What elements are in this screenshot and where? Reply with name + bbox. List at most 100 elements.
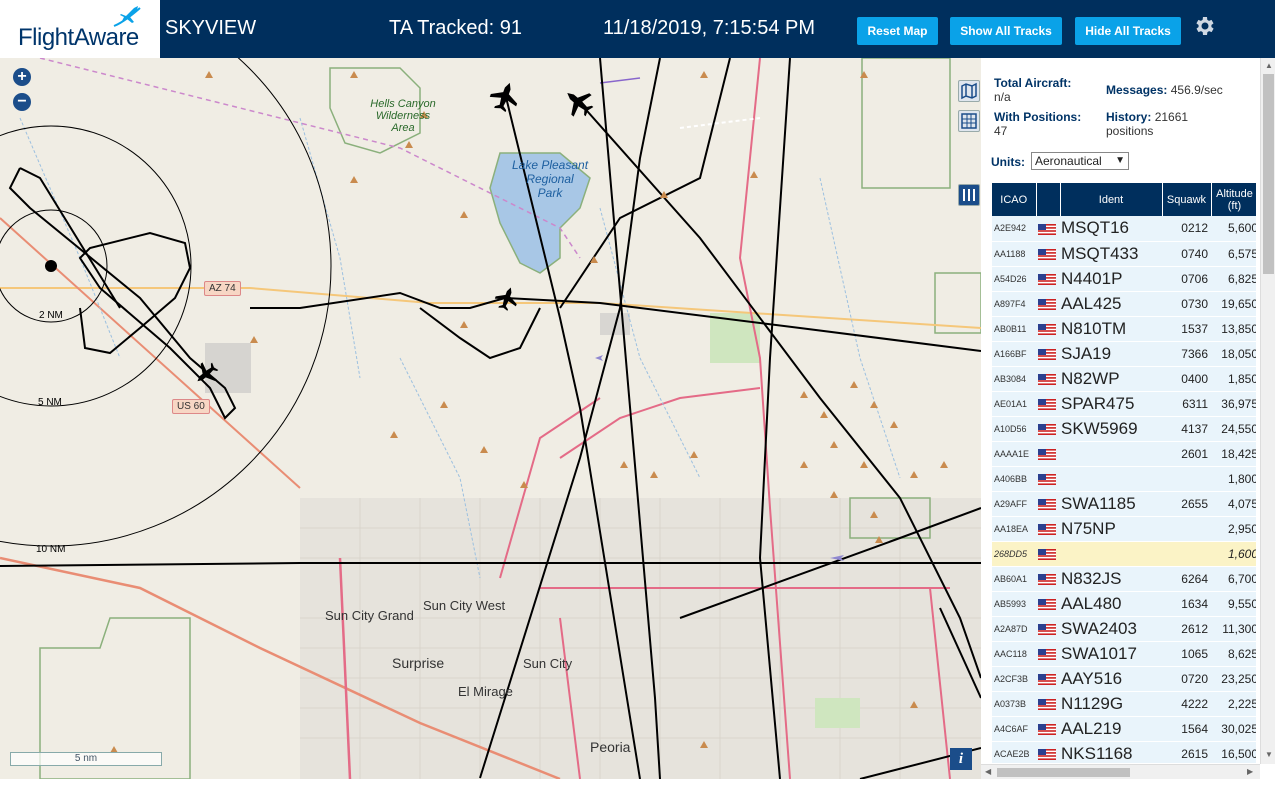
col-squawk[interactable]: Squawk — [1162, 183, 1212, 216]
units-label: Units: — [991, 155, 1025, 169]
tracked-count: TA Tracked: 91 — [389, 17, 523, 39]
cell-flag — [1036, 266, 1060, 292]
table-row[interactable]: A166BF SJA19 7366 18,050 — [992, 341, 1256, 367]
table-row[interactable]: 268DD5 1,600 — [992, 541, 1256, 567]
col-icao[interactable]: ICAO — [992, 183, 1037, 216]
horizontal-scrollbar[interactable]: ◀ ▶ — [981, 764, 1260, 779]
table-row[interactable]: AB3084 N82WP 0400 1,850 — [992, 366, 1256, 392]
col-flag[interactable] — [1036, 183, 1061, 216]
table-row[interactable]: AB60A1 N832JS 6264 6,700 — [992, 566, 1256, 592]
table-row[interactable]: AA18EA N75NP 2,950 — [992, 516, 1256, 542]
show-all-tracks-button[interactable]: Show All Tracks — [950, 17, 1062, 45]
us-flag-icon — [1038, 548, 1056, 560]
table-row[interactable]: A0373B N1129G 4222 2,225 — [992, 691, 1256, 717]
aircraft-sidebar: Total Aircraft: n/a Messages: 456.9/sec W… — [981, 58, 1275, 785]
cell-squawk: 0400 — [1162, 366, 1211, 392]
stat-history: History: 21661 positions — [1106, 110, 1189, 138]
table-row[interactable]: A897F4 AAL425 0730 19,650 — [992, 291, 1256, 317]
map-grid-button[interactable] — [958, 110, 980, 132]
cell-ident: SWA2403 — [1060, 616, 1162, 642]
label-hells-canyon: Hells Canyon Wilderness Area — [370, 98, 436, 134]
col-ident[interactable]: Ident — [1060, 183, 1163, 216]
cell-squawk: 2655 — [1162, 491, 1211, 517]
table-row[interactable]: AB5993 AAL480 1634 9,550 — [992, 591, 1256, 617]
cell-squawk: 2612 — [1162, 616, 1211, 642]
cell-icao: A54D26 — [992, 266, 1036, 292]
table-row[interactable]: AA1188 MSQT433 0740 6,575 — [992, 241, 1256, 267]
table-row[interactable]: A2A87D SWA2403 2612 11,300 — [992, 616, 1256, 642]
table-row[interactable]: A406BB 1,800 — [992, 466, 1256, 492]
cell-squawk: 0730 — [1162, 291, 1211, 317]
cell-ident: MSQT433 — [1060, 241, 1162, 267]
table-header-row: ICAO Ident Squawk Altitude (ft) — [992, 183, 1256, 216]
cell-altitude: 6,575 — [1211, 241, 1256, 267]
cell-icao: AA1188 — [992, 241, 1036, 267]
table-row[interactable]: ACAE2B NKS1168 2615 16,500 — [992, 741, 1256, 763]
vertical-scroll-thumb[interactable] — [1263, 74, 1274, 274]
column-toggle-button[interactable] — [958, 184, 980, 206]
cell-flag — [1036, 691, 1060, 717]
table-row[interactable]: A29AFF SWA1185 2655 4,075 — [992, 491, 1256, 517]
table-row[interactable]: AAC118 SWA1017 1065 8,625 — [992, 641, 1256, 667]
cell-ident: SWA1017 — [1060, 641, 1162, 667]
us-flag-icon — [1038, 523, 1056, 535]
plane-logo-icon — [113, 6, 141, 27]
cell-altitude: 4,075 — [1211, 491, 1256, 517]
hide-all-tracks-button[interactable]: Hide All Tracks — [1075, 17, 1181, 45]
range-label-2nm: 2 NM — [39, 310, 63, 321]
cell-altitude: 5,600 — [1211, 216, 1256, 242]
vertical-scrollbar[interactable]: ▲ ▼ — [1260, 58, 1275, 764]
units-select[interactable]: Aeronautical ▼ — [1031, 152, 1129, 170]
flightaware-logo[interactable]: FlightAware — [0, 0, 160, 58]
scroll-down-icon[interactable]: ▼ — [1265, 750, 1273, 759]
aircraft-table-container[interactable]: ICAO Ident Squawk Altitude (ft) A2E942 MS… — [992, 183, 1256, 763]
cell-ident — [1060, 541, 1162, 567]
cell-squawk: 1564 — [1162, 716, 1211, 742]
us-flag-icon — [1038, 423, 1056, 435]
cell-ident — [1060, 441, 1162, 467]
cell-icao: AB5993 — [992, 591, 1036, 617]
cell-squawk: 0706 — [1162, 266, 1211, 292]
table-row[interactable]: AE01A1 SPAR475 6311 36,975 — [992, 391, 1256, 417]
map-layers-button[interactable] — [958, 80, 980, 102]
cell-squawk: 6264 — [1162, 566, 1211, 592]
dropdown-arrow-icon: ▼ — [1115, 155, 1125, 166]
label-lake-pleasant: Lake Pleasant Regional Park — [511, 158, 589, 200]
table-row[interactable]: A10D56 SKW5969 4137 24,550 — [992, 416, 1256, 442]
scroll-up-icon[interactable]: ▲ — [1265, 61, 1273, 70]
table-row[interactable]: AAAA1E 2601 18,425 — [992, 441, 1256, 467]
table-row[interactable]: A2CF3B AAY516 0720 23,250 — [992, 666, 1256, 692]
cell-ident: AAY516 — [1060, 666, 1162, 692]
cell-icao: AE01A1 — [992, 391, 1036, 417]
zoom-in-button[interactable]: + — [13, 68, 31, 86]
scroll-right-icon[interactable]: ▶ — [1247, 767, 1253, 776]
cell-flag — [1036, 241, 1060, 267]
table-row[interactable]: AB0B11 N810TM 1537 13,850 — [992, 316, 1256, 342]
app-title: SKYVIEW — [165, 17, 257, 39]
info-button[interactable]: i — [950, 748, 972, 770]
us-flag-icon — [1038, 598, 1056, 610]
cell-squawk: 0212 — [1162, 216, 1211, 242]
cell-ident: AAL219 — [1060, 716, 1162, 742]
cell-altitude: 2,950 — [1211, 516, 1256, 542]
cell-ident: N810TM — [1060, 316, 1162, 342]
table-row[interactable]: A54D26 N4401P 0706 6,825 — [992, 266, 1256, 292]
cell-icao: AA18EA — [992, 516, 1036, 542]
table-row[interactable]: A2E942 MSQT16 0212 5,600 — [992, 216, 1256, 242]
gear-icon[interactable] — [1192, 14, 1216, 38]
col-altitude[interactable]: Altitude (ft) — [1211, 183, 1256, 216]
us-flag-icon — [1038, 248, 1056, 260]
cell-squawk: 1537 — [1162, 316, 1211, 342]
horizontal-scroll-thumb[interactable] — [997, 768, 1130, 777]
cell-flag — [1036, 591, 1060, 617]
scroll-left-icon[interactable]: ◀ — [985, 767, 991, 776]
reset-map-button[interactable]: Reset Map — [857, 17, 938, 45]
cell-ident: N832JS — [1060, 566, 1162, 592]
us-flag-icon — [1038, 748, 1056, 760]
map-view[interactable]: + − Hells Canyon Wilderness Area Lake Pl… — [0, 58, 981, 779]
map-canvas — [0, 58, 981, 779]
cell-altitude: 9,550 — [1211, 591, 1256, 617]
cell-altitude: 16,500 — [1211, 741, 1256, 763]
table-row[interactable]: A4C6AF AAL219 1564 30,025 — [992, 716, 1256, 742]
zoom-out-button[interactable]: − — [13, 93, 31, 111]
